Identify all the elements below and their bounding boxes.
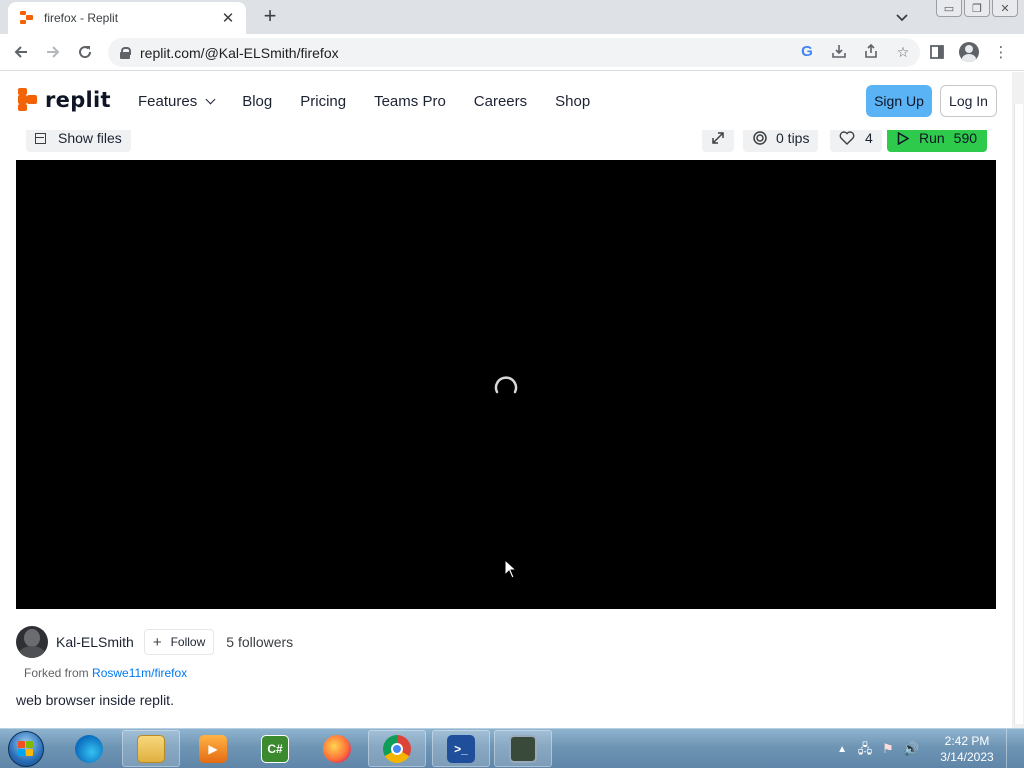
media-player-icon: ▶: [199, 734, 227, 763]
bookmark-star-icon[interactable]: ☆: [894, 43, 912, 61]
forward-arrow-icon[interactable]: [42, 41, 64, 63]
install-app-icon[interactable]: [830, 43, 848, 61]
share-icon[interactable]: [862, 43, 880, 61]
omnibox-actions: G ☆: [798, 43, 912, 61]
show-files-label: Show files: [58, 130, 122, 146]
site-nav: Features Blog Pricing Teams Pro Careers …: [138, 72, 590, 130]
back-arrow-icon[interactable]: [10, 41, 32, 63]
repl-toolbar: Show files 0 tips 4 Run 590: [16, 130, 996, 160]
tip-spiral-icon: [753, 131, 767, 145]
monitor-icon: [509, 734, 537, 763]
follow-button[interactable]: + Follow: [143, 629, 215, 655]
taskbar-firefox[interactable]: [308, 730, 366, 767]
close-window-button[interactable]: ✕: [992, 0, 1018, 17]
clock-date: 3/14/2023: [940, 750, 994, 764]
lock-icon[interactable]: [120, 46, 131, 59]
new-tab-button[interactable]: +: [258, 4, 282, 28]
volume-icon[interactable]: 🔊: [903, 741, 919, 757]
firefox-icon: [323, 734, 351, 763]
edge-icon: [75, 734, 103, 763]
action-center-icon[interactable]: ⚑: [880, 741, 896, 757]
logo-text: replit: [45, 88, 111, 112]
tab-title: firefox - Replit: [44, 11, 119, 25]
start-button[interactable]: [8, 731, 44, 767]
mouse-cursor-icon: [504, 559, 518, 579]
tips-button[interactable]: 0 tips: [743, 130, 819, 152]
author-name[interactable]: Kal-ELSmith: [56, 634, 134, 650]
powershell-icon: >_: [447, 734, 475, 763]
scrollbar-thumb[interactable]: [1014, 104, 1023, 724]
replit-site-header: replit Features Blog Pricing Teams Pro C…: [0, 72, 1012, 130]
taskbar-chrome[interactable]: [368, 730, 426, 767]
author-row: Kal-ELSmith + Follow 5 followers: [16, 626, 293, 658]
restore-button[interactable]: ❐: [964, 0, 990, 17]
show-files-button[interactable]: Show files: [26, 130, 131, 152]
tips-count: 0 tips: [776, 130, 810, 146]
clock[interactable]: 2:42 PM 3/14/2023: [934, 733, 1000, 765]
address-bar[interactable]: replit.com/@Kal-ELSmith/firefox G ☆: [108, 38, 920, 67]
tab-close-icon[interactable]: ✕: [220, 9, 236, 27]
replit-logo-icon: [18, 88, 38, 112]
author-avatar[interactable]: [16, 626, 48, 658]
taskbar-media-player[interactable]: ▶: [184, 730, 242, 767]
repl-output-frame[interactable]: [16, 160, 996, 609]
show-desktop-button[interactable]: [1006, 729, 1018, 768]
forked-prefix: Forked from: [24, 666, 89, 680]
run-label: Run: [918, 130, 945, 146]
followers-count[interactable]: 5 followers: [226, 634, 293, 650]
clock-time: 2:42 PM: [944, 734, 990, 748]
network-icon[interactable]: 🖧: [857, 741, 873, 757]
run-button[interactable]: Run 590: [887, 130, 987, 152]
plus-icon: +: [152, 633, 162, 651]
taskbar-csharp[interactable]: C#: [246, 730, 304, 767]
repl-description: web browser inside replit.: [16, 692, 174, 708]
browser-tabstrip: firefox - Replit ✕ + ▭ ❐ ✕: [0, 0, 1024, 34]
nav-blog[interactable]: Blog: [242, 93, 272, 110]
taskbar-edge[interactable]: [60, 730, 118, 767]
taskbar-explorer[interactable]: [122, 730, 180, 767]
loading-spinner-icon: [494, 376, 518, 394]
windows-taskbar: ▶ C# >_ ▲ 🖧 ⚑ 🔊 2:42 PM 3/14/2023: [0, 728, 1024, 768]
nav-shop[interactable]: Shop: [555, 93, 590, 110]
nav-teams-pro[interactable]: Teams Pro: [374, 93, 446, 110]
browser-tab-active[interactable]: firefox - Replit ✕: [8, 2, 246, 34]
nav-features[interactable]: Features: [138, 93, 216, 110]
profile-avatar-icon[interactable]: [958, 41, 980, 63]
expand-icon: [712, 132, 724, 144]
system-tray: ▲ 🖧 ⚑ 🔊 2:42 PM 3/14/2023: [837, 729, 1018, 768]
nav-careers[interactable]: Careers: [474, 93, 527, 110]
chevron-down-icon: [205, 94, 216, 104]
side-panel-icon[interactable]: [926, 41, 948, 63]
run-count: 590: [953, 130, 978, 146]
sign-up-button[interactable]: Sign Up: [866, 85, 932, 117]
log-in-button[interactable]: Log In: [940, 85, 997, 117]
taskbar-system-monitor[interactable]: [494, 730, 552, 767]
follow-label: Follow: [170, 635, 206, 649]
play-icon: [897, 131, 909, 145]
forked-from: Forked from Roswe11m/firefox: [24, 666, 187, 680]
replit-favicon-icon: [20, 11, 34, 25]
like-button[interactable]: 4: [830, 130, 882, 152]
replit-logo[interactable]: replit: [18, 88, 111, 112]
folder-icon: [137, 734, 165, 763]
csharp-icon: C#: [261, 734, 289, 763]
window-controls: ▭ ❐ ✕: [936, 0, 1018, 17]
google-lens-icon[interactable]: G: [798, 43, 816, 61]
like-count: 4: [865, 130, 873, 146]
tab-search-chevron-icon[interactable]: [896, 10, 908, 25]
browser-toolbar: replit.com/@Kal-ELSmith/firefox G ☆ ⋮: [0, 34, 1024, 71]
tray-expand-icon[interactable]: ▲: [837, 744, 847, 755]
minimize-button[interactable]: ▭: [936, 0, 962, 17]
files-icon: [35, 132, 46, 144]
reload-icon[interactable]: [74, 41, 96, 63]
nav-pricing[interactable]: Pricing: [300, 93, 346, 110]
expand-button[interactable]: [702, 130, 734, 152]
menu-kebab-icon[interactable]: ⋮: [990, 41, 1012, 63]
chrome-icon: [383, 734, 411, 763]
heart-icon: [839, 131, 855, 145]
windows-logo-icon: [18, 741, 34, 757]
url-text: replit.com/@Kal-ELSmith/firefox: [140, 44, 339, 61]
forked-source-link[interactable]: Roswe11m/firefox: [92, 666, 187, 680]
taskbar-powershell[interactable]: >_: [432, 730, 490, 767]
